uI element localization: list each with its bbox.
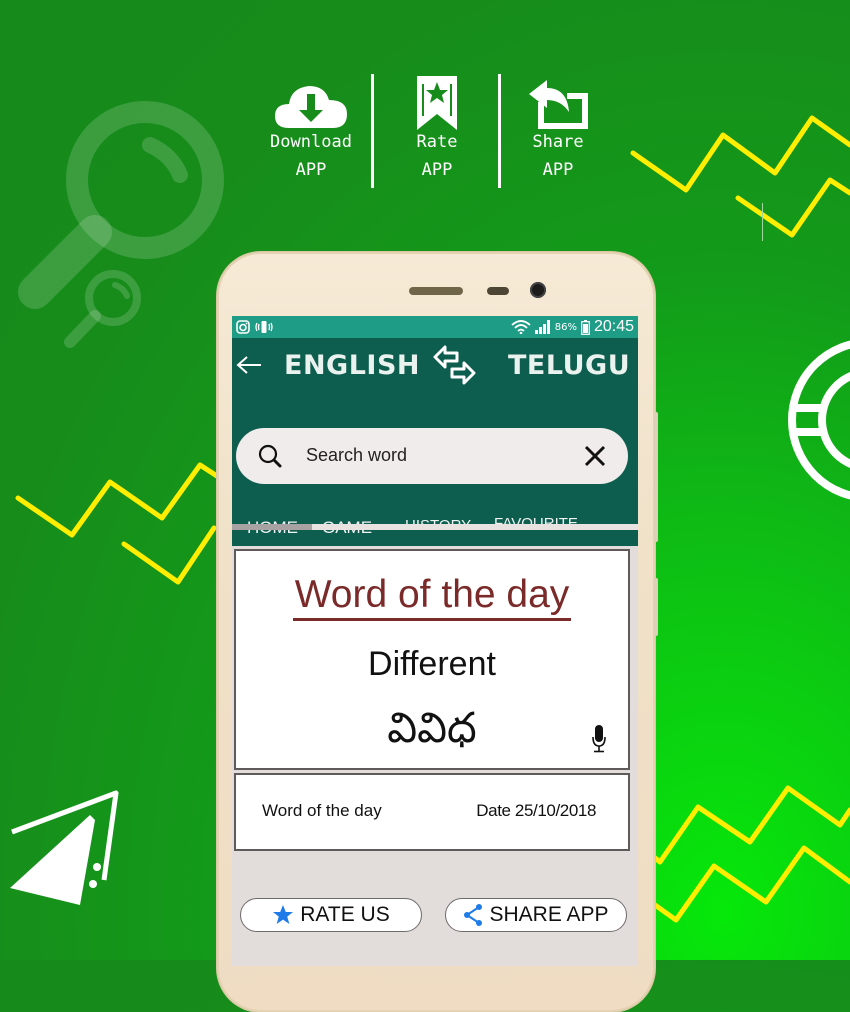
share-icon bbox=[464, 904, 483, 926]
app-bar: ENGLISH TELUGU HOME GAME HISTORY FAVOURI… bbox=[232, 338, 638, 546]
download-app-label-2: APP bbox=[295, 160, 327, 180]
word-of-day-footer-card: Word of the day Date 25/10/2018 bbox=[234, 773, 630, 851]
play-triangle-decoration bbox=[10, 790, 119, 905]
search-icon bbox=[258, 444, 282, 468]
cloud-download-icon bbox=[275, 86, 347, 128]
instagram-icon bbox=[236, 320, 250, 334]
phone-volume-button bbox=[654, 412, 658, 542]
wifi-icon bbox=[511, 320, 531, 334]
rate-us-label: RATE US bbox=[300, 903, 390, 926]
share-app-label-1: Share bbox=[532, 132, 584, 152]
share-app-label: SHARE APP bbox=[489, 903, 609, 926]
share-app-label-2: APP bbox=[542, 160, 574, 180]
source-language[interactable]: ENGLISH bbox=[284, 350, 420, 381]
phone-speaker bbox=[409, 287, 463, 295]
magnifier-large-icon bbox=[18, 101, 224, 309]
magnifier-small-icon bbox=[64, 270, 141, 348]
back-arrow-icon[interactable] bbox=[236, 355, 262, 375]
tab-indicator-track bbox=[312, 524, 638, 530]
phone-power-button bbox=[654, 578, 658, 636]
battery-icon bbox=[581, 319, 590, 335]
share-app-button[interactable]: SHARE APP bbox=[445, 898, 627, 932]
star-icon bbox=[273, 905, 294, 924]
footer-label: Word of the day bbox=[262, 801, 382, 820]
share-arrow-icon bbox=[529, 80, 588, 129]
phone-camera bbox=[530, 282, 546, 298]
divider bbox=[498, 74, 501, 188]
status-bar: 86% 20:45 bbox=[232, 316, 638, 338]
swap-arrows-icon[interactable] bbox=[432, 344, 478, 386]
word-of-day-heading: Word of the day bbox=[292, 573, 572, 621]
clock: 20:45 bbox=[593, 318, 634, 335]
rate-app-label-2: APP bbox=[421, 160, 453, 180]
battery-percent: 86% bbox=[554, 321, 577, 333]
rate-app-promo[interactable]: Rate APP bbox=[382, 72, 492, 184]
divider bbox=[371, 74, 374, 188]
signal-icon bbox=[534, 320, 550, 334]
search-bar bbox=[236, 428, 628, 484]
download-app-promo[interactable]: Download APP bbox=[256, 72, 366, 184]
english-word: Different bbox=[368, 645, 496, 683]
tab-indicator bbox=[232, 524, 312, 530]
target-circle-decoration bbox=[788, 340, 850, 500]
download-app-label-1: Download bbox=[270, 132, 352, 152]
footer-date: Date 25/10/2018 bbox=[476, 801, 596, 820]
bookmark-star-icon bbox=[417, 76, 457, 130]
phone-sensor bbox=[487, 287, 509, 295]
rate-us-button[interactable]: RATE US bbox=[240, 898, 422, 932]
share-app-promo[interactable]: Share APP bbox=[503, 72, 613, 184]
telugu-word: వివిధ bbox=[387, 703, 477, 752]
word-of-day-card: Word of the day Different వివిధ bbox=[234, 549, 630, 770]
clear-search-icon[interactable] bbox=[584, 445, 606, 467]
microphone-icon[interactable] bbox=[592, 725, 606, 753]
app-screen: 86% 20:45 ENGLISH TELUGU Search word Wor… bbox=[232, 316, 638, 966]
search-input[interactable] bbox=[306, 442, 576, 468]
target-language[interactable]: TELUGU bbox=[508, 350, 630, 381]
thin-line-decoration bbox=[762, 203, 763, 241]
rate-app-label-1: Rate bbox=[416, 132, 458, 152]
vibrate-icon bbox=[255, 321, 273, 333]
